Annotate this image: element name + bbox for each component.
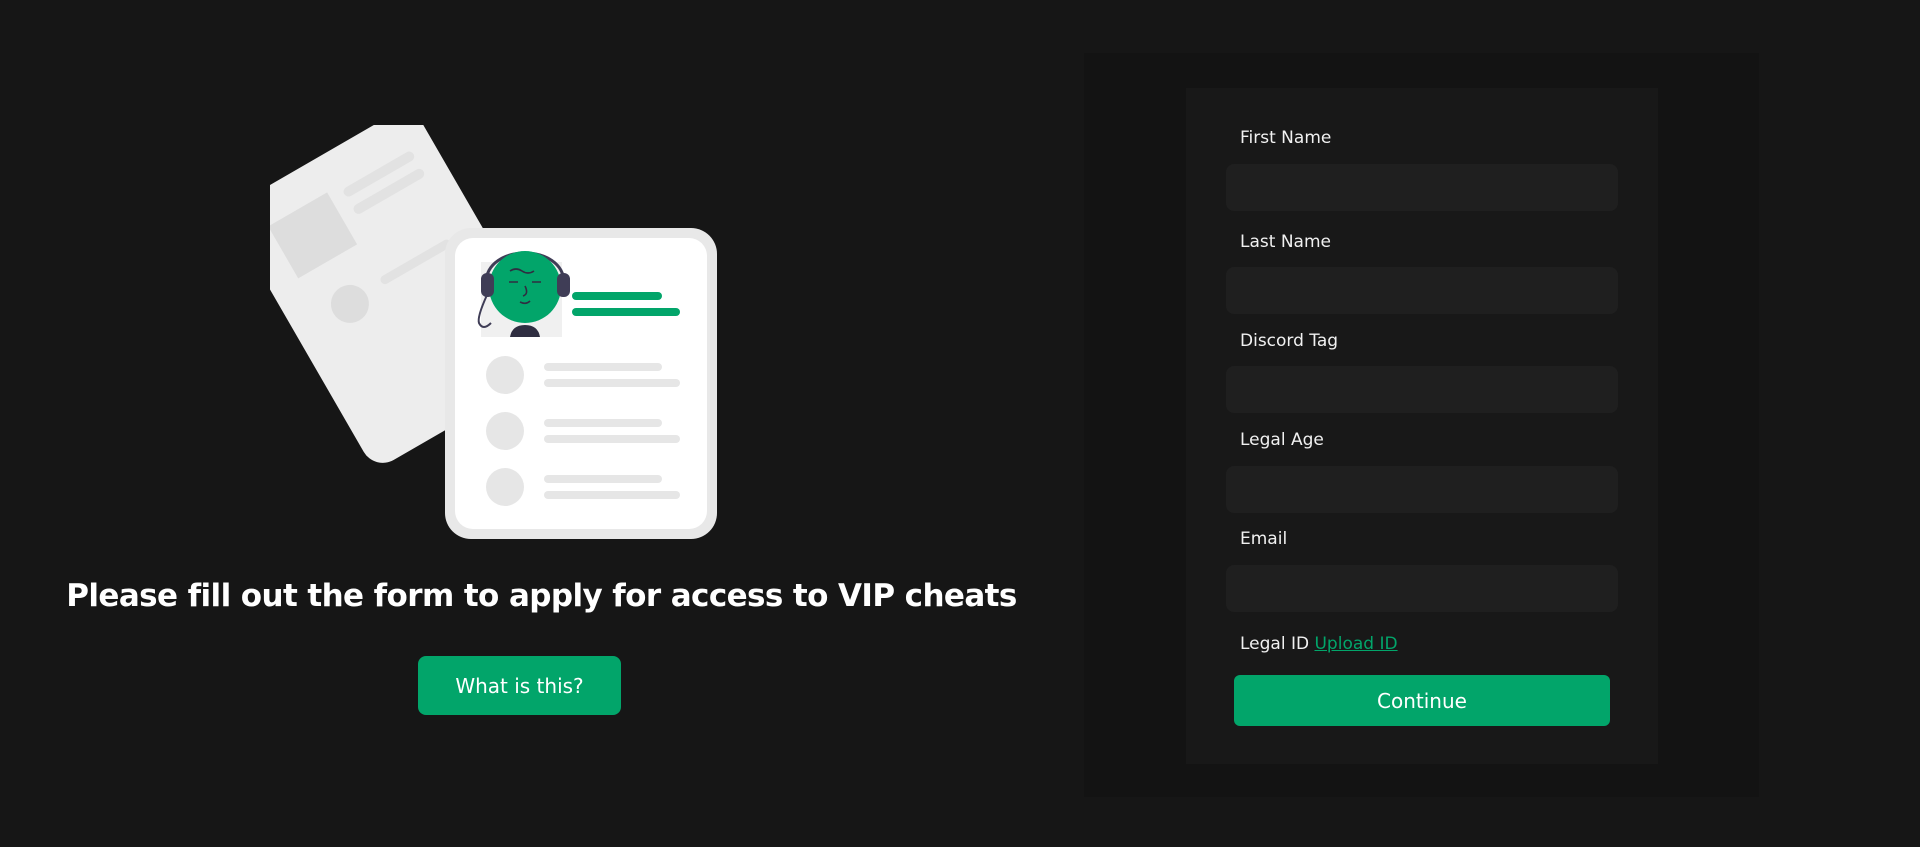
what-is-this-button[interactable]: What is this? — [418, 656, 621, 715]
email-label: Email — [1240, 529, 1288, 549]
last-name-input[interactable] — [1226, 267, 1618, 314]
application-page: Please fill out the form to apply for ac… — [0, 0, 1920, 847]
first-name-label: First Name — [1240, 128, 1332, 148]
discord-tag-input[interactable] — [1226, 366, 1618, 413]
continue-button[interactable]: Continue — [1234, 675, 1610, 726]
last-name-label: Last Name — [1240, 232, 1331, 252]
legal-id-label: Legal ID — [1240, 634, 1310, 654]
page-headline: Please fill out the form to apply for ac… — [66, 578, 1017, 614]
profile-documents-icon — [270, 125, 717, 539]
discord-tag-label: Discord Tag — [1240, 331, 1339, 351]
first-name-input[interactable] — [1226, 164, 1618, 211]
legal-id-row: Legal ID Upload ID — [1240, 634, 1398, 654]
upload-id-link[interactable]: Upload ID — [1314, 634, 1397, 654]
email-input[interactable] — [1226, 565, 1618, 612]
legal-age-input[interactable] — [1226, 466, 1618, 513]
legal-age-label: Legal Age — [1240, 430, 1324, 450]
